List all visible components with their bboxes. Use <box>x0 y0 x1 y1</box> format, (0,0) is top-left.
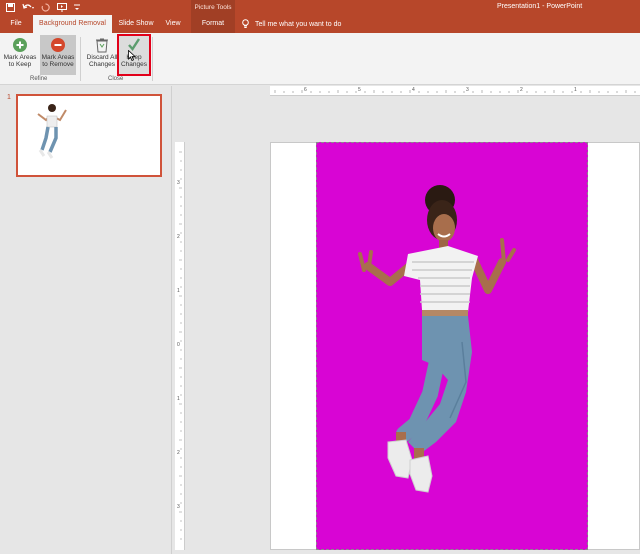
ruler-label: 0 <box>177 342 180 348</box>
mouse-cursor-icon <box>128 50 136 61</box>
group-label-refine: Refine <box>30 76 48 82</box>
ruler-label: 3 <box>466 87 469 93</box>
ribbon: Mark Areas to Keep Mark Areas to Remove … <box>0 33 640 85</box>
ruler-label: 2 <box>177 450 180 456</box>
document-title: Presentation1 - PowerPoint <box>497 3 583 10</box>
keep-label-2: Changes <box>120 61 148 68</box>
redo-icon[interactable] <box>41 3 50 12</box>
tab-view[interactable]: View <box>161 15 185 33</box>
mark-areas-to-keep-button[interactable]: Mark Areas to Keep <box>2 35 38 75</box>
vertical-ruler: 3 2 1 0 1 2 3 <box>175 142 185 550</box>
discard-label-2: Changes <box>88 61 116 68</box>
title-bar: Picture Tools Presentation1 - PowerPoint <box>0 0 640 15</box>
discard-label-1: Discard All <box>86 54 118 61</box>
ruler-label: 1 <box>177 288 180 294</box>
ruler-label: 3 <box>177 180 180 186</box>
ruler-ticks <box>274 90 636 93</box>
recycle-bin-icon <box>96 38 108 53</box>
start-from-beginning-icon[interactable] <box>57 3 67 12</box>
ruler-label: 5 <box>358 87 361 93</box>
horizontal-ruler: 6 5 4 3 2 1 <box>270 86 640 96</box>
group-label-close: Close <box>108 76 124 82</box>
mark-remove-label-2: to Remove <box>42 61 74 68</box>
ruler-label: 6 <box>304 87 307 93</box>
lightbulb-icon <box>242 19 249 28</box>
mark-remove-label-1: Mark Areas <box>41 54 75 61</box>
thumbnail-figure-icon <box>37 104 67 159</box>
group-separator <box>152 37 153 81</box>
mark-areas-to-remove-button[interactable]: Mark Areas to Remove <box>40 35 76 75</box>
ruler-label: 2 <box>520 87 523 93</box>
tab-format[interactable]: Format <box>191 15 235 33</box>
customize-toolbar-icon[interactable] <box>74 3 80 12</box>
plus-circle-icon <box>13 38 27 52</box>
ruler-label: 1 <box>574 87 577 93</box>
picture-tools-label: Picture Tools <box>191 0 235 15</box>
ruler-label: 4 <box>412 87 415 93</box>
jumping-woman-photo <box>358 185 516 493</box>
slide-thumbnail[interactable] <box>16 94 162 177</box>
minus-circle-icon <box>51 38 65 52</box>
tab-slide-show[interactable]: Slide Show <box>114 15 158 33</box>
undo-icon[interactable] <box>22 3 34 12</box>
group-separator <box>80 37 81 81</box>
tell-me-text: Tell me what you want to do <box>255 20 342 28</box>
ruler-label: 2 <box>177 234 180 240</box>
save-icon[interactable] <box>6 3 15 12</box>
quick-access-toolbar <box>6 2 80 13</box>
tab-background-removal[interactable]: Background Removal <box>33 15 112 33</box>
discard-all-changes-button[interactable]: Discard All Changes <box>84 35 120 75</box>
tell-me-box[interactable]: Tell me what you want to do <box>242 15 341 33</box>
tab-file[interactable]: File <box>4 15 28 33</box>
keep-changes-button[interactable]: Keep Changes <box>117 34 151 76</box>
ruler-label: 1 <box>177 396 180 402</box>
background-removal-image[interactable] <box>316 142 588 550</box>
ribbon-tabs: File Background Removal Slide Show View … <box>0 15 640 33</box>
mark-keep-label-1: Mark Areas <box>3 54 37 61</box>
ruler-label: 3 <box>177 504 180 510</box>
slide-number: 1 <box>7 94 11 101</box>
mark-keep-label-2: to Keep <box>8 61 32 68</box>
